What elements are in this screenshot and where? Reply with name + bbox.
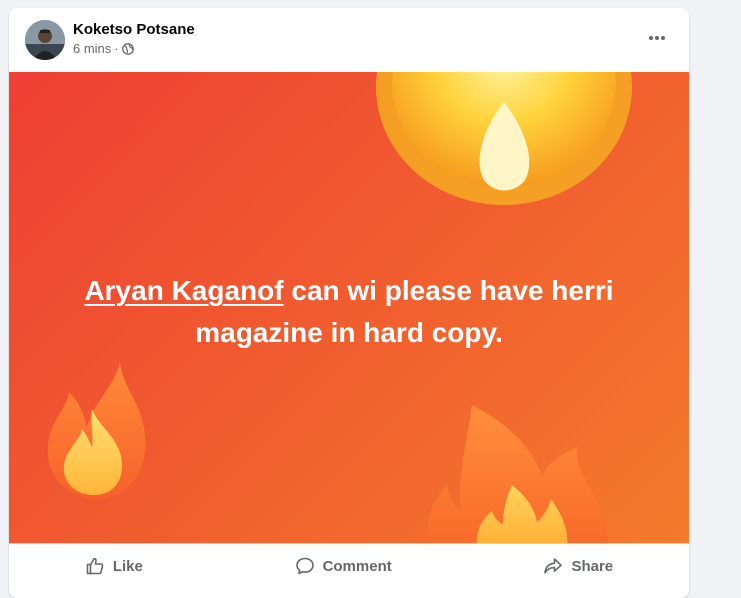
like-label: Like	[112, 557, 143, 575]
comment-icon	[295, 556, 315, 576]
share-button[interactable]: Share	[527, 550, 629, 582]
post-text: Aryan Kaganof can wi please have herri m…	[49, 270, 649, 354]
mention-link[interactable]: Aryan Kaganof	[84, 275, 283, 306]
meta-separator: ·	[114, 41, 119, 56]
post-header: Koketso Potsane 6 mins ·	[9, 8, 689, 72]
share-icon	[543, 556, 563, 576]
author-name[interactable]: Koketso Potsane	[73, 21, 195, 38]
share-label: Share	[571, 557, 614, 575]
more-options-icon	[649, 36, 665, 40]
post-background: Aryan Kaganof can wi please have herri m…	[9, 72, 689, 543]
globe-icon[interactable]	[121, 42, 134, 55]
avatar[interactable]	[25, 20, 65, 60]
fire-emoji-icon	[426, 405, 608, 543]
like-button[interactable]: Like	[69, 550, 159, 582]
post-card: Koketso Potsane 6 mins · Aryan Kaganof c…	[9, 8, 689, 598]
more-options-button[interactable]	[641, 24, 673, 52]
fire-emoji-icon	[47, 362, 146, 499]
action-bar: Like Comment Share	[9, 543, 689, 588]
fire-emoji-icon	[376, 72, 632, 205]
thumbs-up-icon	[85, 556, 105, 576]
comment-button[interactable]: Comment	[279, 550, 408, 582]
comment-label: Comment	[322, 557, 392, 575]
post-timestamp[interactable]: 6 mins	[73, 41, 111, 56]
post-meta: 6 mins ·	[73, 41, 134, 56]
avatar-image	[25, 20, 65, 60]
